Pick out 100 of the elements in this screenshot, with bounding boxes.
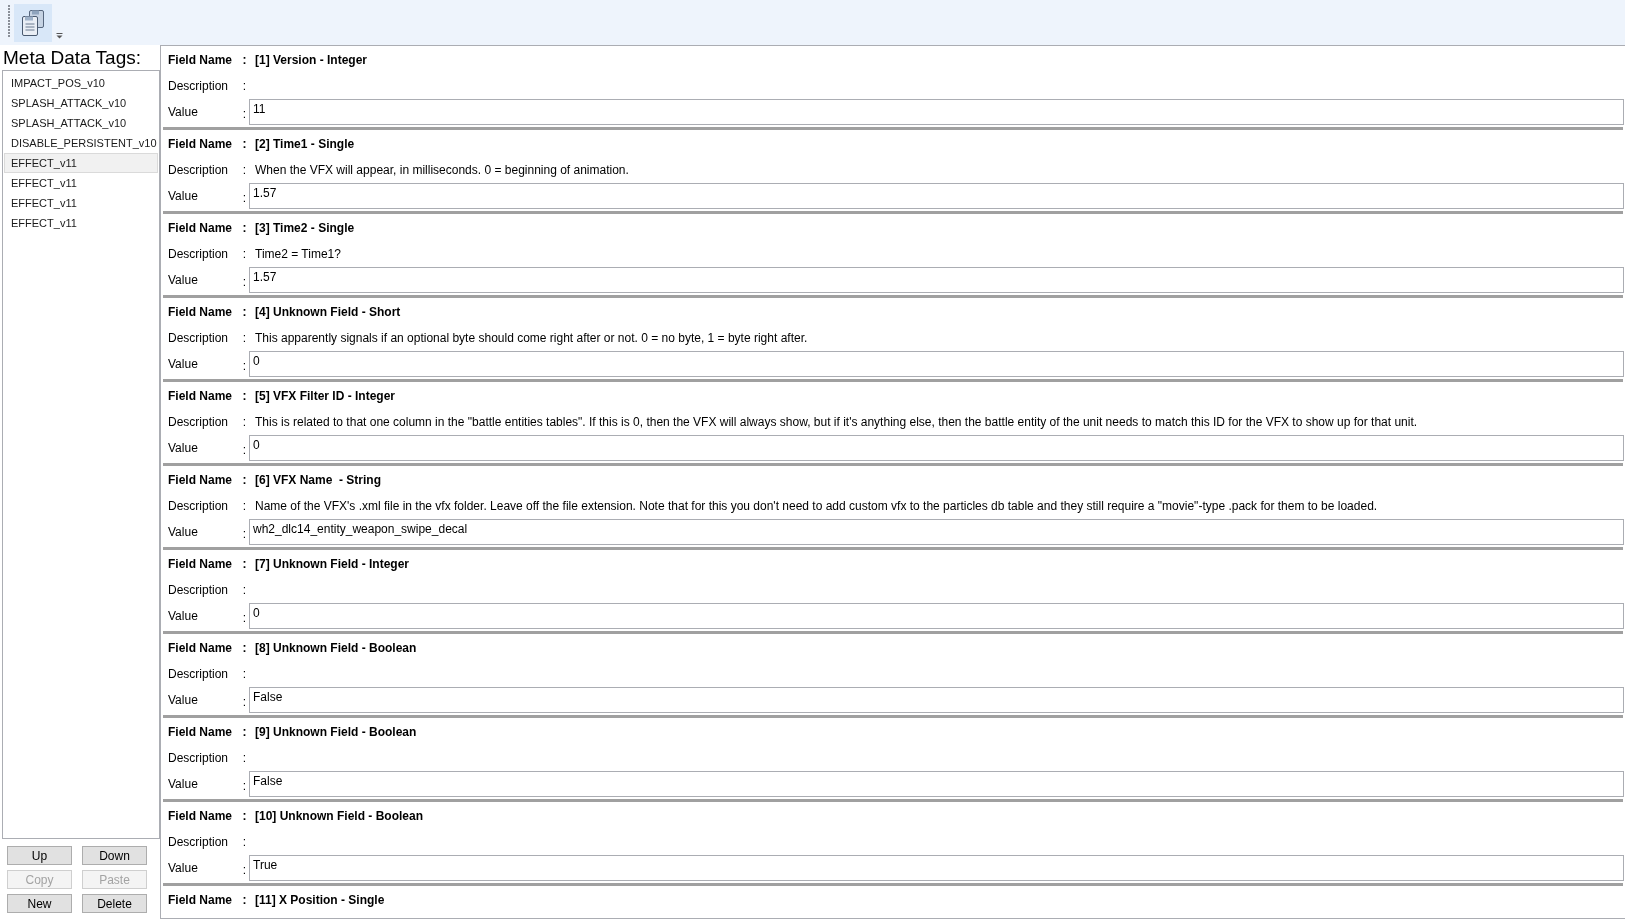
field-label: Description	[168, 667, 230, 681]
field-label: Field Name	[168, 473, 234, 487]
colon-separator: :	[241, 441, 248, 457]
field-label: Value	[168, 777, 199, 791]
colon-separator: :	[241, 415, 248, 429]
colon-separator: :	[241, 667, 248, 681]
field-name-text: [2] Time1 - Single	[254, 137, 355, 151]
field-label: Field Name	[168, 809, 234, 823]
field-label: Value	[168, 609, 199, 623]
value-field[interactable]: wh2_dlc14_entity_weapon_swipe_decal	[249, 519, 1624, 545]
colon-separator: :	[241, 163, 248, 177]
colon-separator: :	[241, 305, 248, 319]
field-label: Value	[168, 105, 199, 119]
field-label: Description	[168, 583, 230, 597]
field-label: Field Name	[168, 893, 234, 907]
field-name-text: [8] Unknown Field - Boolean	[254, 641, 417, 655]
tag-list-item[interactable]: DISABLE_PERSISTENT_v10	[4, 133, 158, 153]
colon-separator: :	[241, 835, 248, 849]
list-button[interactable]: New	[7, 894, 72, 913]
colon-separator: :	[241, 583, 248, 597]
tag-list-item[interactable]: SPLASH_ATTACK_v10	[4, 93, 158, 113]
tag-list-item[interactable]: EFFECT_v11	[4, 213, 158, 233]
field-name-text: [11] X Position - Single	[254, 893, 385, 907]
field-label: Value	[168, 525, 199, 539]
field-name-text: [4] Unknown Field - Short	[254, 305, 401, 319]
field-label: Field Name	[168, 305, 234, 319]
field-label: Description	[168, 79, 230, 93]
list-button[interactable]: Down	[82, 846, 147, 865]
description-text: This apparently signals if an optional byte should come right after or not. 0 = no byte, 1 = byte right after.	[254, 331, 808, 345]
colon-separator: :	[241, 641, 248, 655]
colon-separator: :	[241, 777, 248, 793]
colon-separator: :	[241, 525, 248, 541]
tag-list-item[interactable]: IMPACT_POS_v10	[4, 73, 158, 93]
field-name-text: [5] VFX Filter ID - Integer	[254, 389, 395, 403]
panel-title: Meta Data Tags:	[2, 46, 142, 70]
field-label: Description	[168, 751, 230, 765]
colon-separator: :	[241, 273, 248, 289]
field-name-text: [10] Unknown Field - Boolean	[254, 809, 423, 823]
value-field[interactable]: 11	[249, 99, 1624, 125]
colon-separator: :	[241, 53, 248, 67]
value-field[interactable]: 1.57	[249, 183, 1624, 209]
field-label: Description	[168, 247, 230, 261]
colon-separator: :	[241, 331, 248, 345]
colon-separator: :	[241, 693, 248, 709]
field-name-text: [1] Version - Integer	[254, 53, 368, 67]
field-label: Description	[168, 163, 230, 177]
colon-separator: :	[241, 221, 248, 235]
colon-separator: :	[241, 809, 248, 823]
tag-list-item[interactable]: EFFECT_v11	[4, 153, 158, 173]
value-field[interactable]: 0	[249, 351, 1624, 377]
colon-separator: :	[241, 357, 248, 373]
colon-separator: :	[241, 389, 248, 403]
tag-list-item[interactable]: EFFECT_v11	[4, 193, 158, 213]
field-label: Value	[168, 189, 199, 203]
field-name-text: [3] Time2 - Single	[254, 221, 355, 235]
value-field[interactable]: True	[249, 855, 1624, 881]
colon-separator: :	[241, 557, 248, 571]
field-label: Value	[168, 441, 199, 455]
field-label: Field Name	[168, 725, 234, 739]
colon-separator: :	[241, 751, 248, 765]
documents-icon	[21, 10, 45, 36]
field-label: Value	[168, 273, 199, 287]
field-label: Field Name	[168, 53, 234, 67]
colon-separator: :	[241, 725, 248, 739]
field-label: Field Name	[168, 221, 234, 235]
field-label: Description	[168, 331, 230, 345]
field-name-text: [6] VFX Name - String	[254, 473, 382, 487]
value-field[interactable]: False	[249, 771, 1624, 797]
field-label: Field Name	[168, 557, 234, 571]
colon-separator: :	[241, 79, 248, 93]
colon-separator: :	[241, 499, 248, 513]
field-label: Field Name	[168, 641, 234, 655]
value-field[interactable]: 0	[249, 435, 1624, 461]
description-text: Name of the VFX's .xml file in the vfx folder. Leave off the file extension. Note that for this you don't need to add custom vfx to the particles db table and they still require a "movie"-type .pack for them to be loaded.	[254, 499, 1378, 513]
overflow-caret-icon[interactable]	[56, 33, 63, 39]
field-label: Description	[168, 835, 230, 849]
field-label: Description	[168, 415, 230, 429]
tag-list-item[interactable]: EFFECT_v11	[4, 173, 158, 193]
colon-separator: :	[241, 137, 248, 151]
toolbar-button[interactable]	[14, 4, 52, 42]
grip-icon[interactable]	[8, 5, 11, 37]
value-field[interactable]: False	[249, 687, 1624, 713]
description-text: Time2 = Time1?	[254, 247, 341, 261]
colon-separator: :	[241, 609, 248, 625]
value-field[interactable]: 1.57	[249, 267, 1624, 293]
field-label: Description	[168, 499, 230, 513]
list-button[interactable]: Up	[7, 846, 72, 865]
colon-separator: :	[241, 247, 248, 261]
tag-list-item[interactable]: SPLASH_ATTACK_v10	[4, 113, 158, 133]
list-button[interactable]: Delete	[82, 894, 147, 913]
value-field[interactable]: 0	[249, 603, 1624, 629]
field-label: Value	[168, 861, 199, 875]
colon-separator: :	[241, 861, 248, 877]
colon-separator: :	[241, 893, 248, 907]
colon-separator: :	[241, 189, 248, 205]
field-label: Field Name	[168, 137, 234, 151]
description-text: When the VFX will appear, in milliseconds. 0 = beginning of animation.	[254, 163, 629, 177]
field-name-text: [9] Unknown Field - Boolean	[254, 725, 417, 739]
description-text: This is related to that one column in the "battle entities tables". If this is 0, then the VFX will always show, but if it's anything else, then the battle entity of the unit needs to match this ID for the VFX to show up for that unit.	[254, 415, 1418, 429]
field-label: Value	[168, 357, 199, 371]
